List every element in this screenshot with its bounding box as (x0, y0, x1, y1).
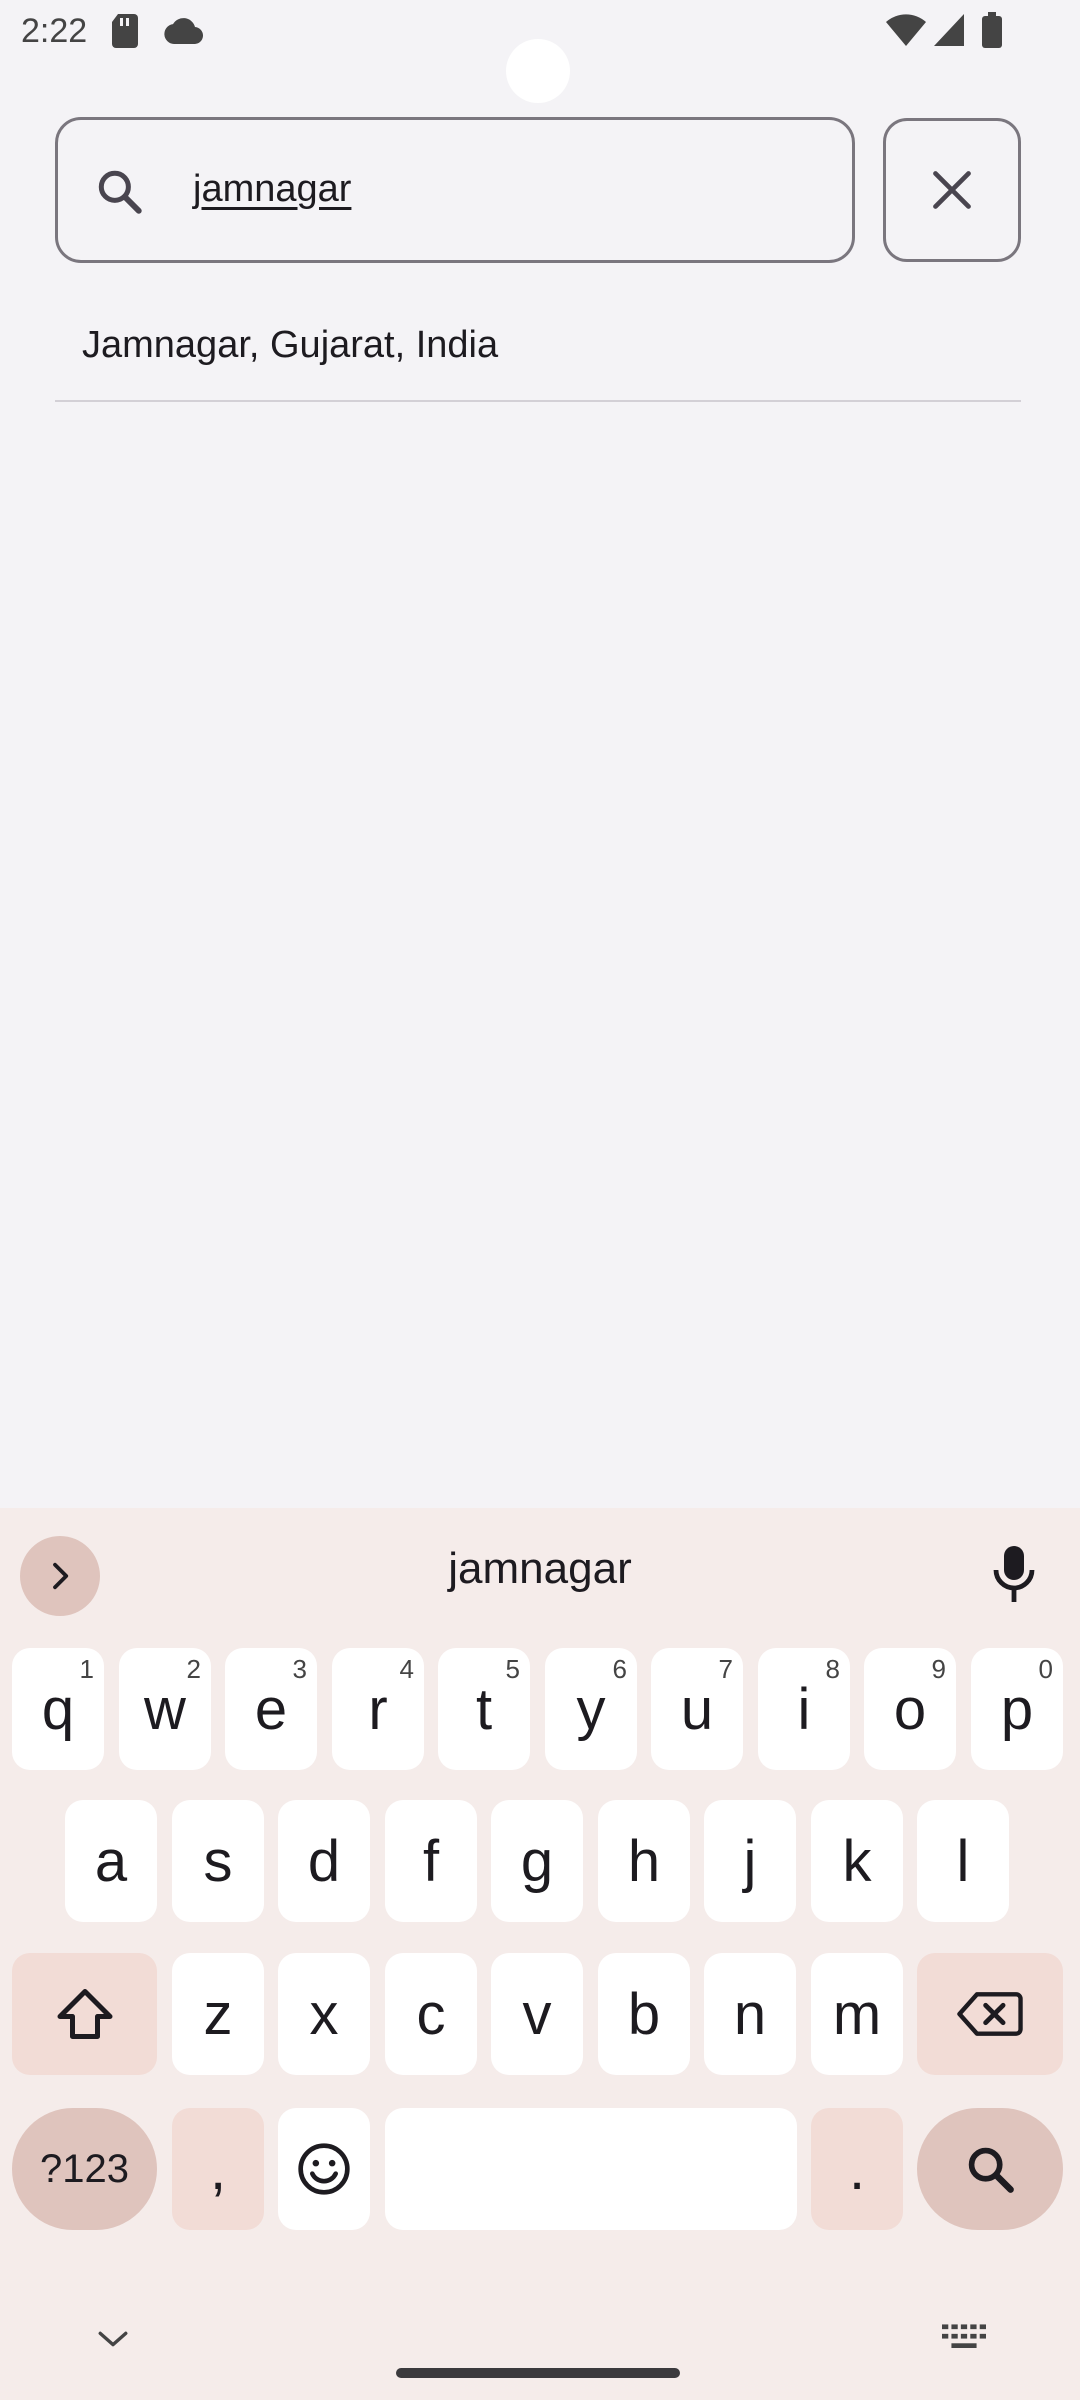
key-o[interactable]: o9 (864, 1648, 956, 1770)
key-q[interactable]: q1 (12, 1648, 104, 1770)
key-h[interactable]: h (598, 1800, 690, 1922)
mic-icon[interactable] (990, 1544, 1038, 1604)
key-c[interactable]: c (385, 1953, 477, 2075)
key-t[interactable]: t5 (438, 1648, 530, 1770)
key-hint: 6 (612, 1654, 627, 1684)
signal-icon (934, 14, 964, 46)
shift-key[interactable] (12, 1953, 157, 2075)
sd-card-icon (112, 14, 138, 48)
navigation-handle[interactable] (396, 2368, 680, 2378)
key-label: p (1000, 1676, 1034, 1742)
key-label: r (368, 1676, 388, 1742)
key-d[interactable]: d (278, 1800, 370, 1922)
key-w[interactable]: w2 (119, 1648, 211, 1770)
keyboard-hide-icon[interactable] (96, 2328, 130, 2350)
key-r[interactable]: r4 (332, 1648, 424, 1770)
battery-icon (982, 12, 1002, 48)
search-action-key[interactable] (917, 2108, 1063, 2230)
keyboard-switch-icon[interactable] (942, 2323, 986, 2351)
search-input[interactable]: jamnagar (55, 117, 855, 263)
keyboard: jamnagar q1 w2 e3 r4 t5 y6 u7 i8 o9 p0 a… (0, 1508, 1080, 2400)
key-hint: 9 (931, 1654, 946, 1684)
key-label: e (254, 1676, 288, 1742)
key-i[interactable]: i8 (758, 1648, 850, 1770)
period-key[interactable]: . (811, 2108, 903, 2230)
key-y[interactable]: y6 (545, 1648, 637, 1770)
emoji-key[interactable] (278, 2108, 370, 2230)
backspace-key[interactable] (917, 1953, 1063, 2075)
wifi-icon (886, 14, 926, 46)
key-label: y (576, 1676, 606, 1742)
key-p[interactable]: p0 (971, 1648, 1063, 1770)
search-query-text[interactable]: jamnagar (193, 168, 351, 211)
key-b[interactable]: b (598, 1953, 690, 2075)
space-key[interactable] (385, 2108, 797, 2230)
key-g[interactable]: g (491, 1800, 583, 1922)
key-hint: 3 (292, 1654, 307, 1684)
key-label: w (144, 1676, 186, 1742)
comma-key[interactable]: , (172, 2108, 264, 2230)
search-icon (98, 170, 142, 214)
search-icon (968, 2147, 1014, 2193)
key-l[interactable]: l (917, 1800, 1009, 1922)
key-n[interactable]: n (704, 1953, 796, 2075)
backspace-icon (957, 1992, 1023, 2036)
emoji-icon (298, 2143, 350, 2195)
key-label: u (680, 1676, 714, 1742)
key-label: i (797, 1676, 811, 1742)
key-a[interactable]: a (65, 1800, 157, 1922)
key-hint: 2 (186, 1654, 201, 1684)
camera-cutout (506, 39, 570, 103)
key-v[interactable]: v (491, 1953, 583, 2075)
key-hint: 4 (399, 1654, 414, 1684)
key-hint: 1 (79, 1654, 94, 1684)
suggestion-item[interactable]: Jamnagar, Gujarat, India (55, 300, 1021, 402)
key-z[interactable]: z (172, 1953, 264, 2075)
key-e[interactable]: e3 (225, 1648, 317, 1770)
key-label: o (893, 1676, 927, 1742)
keyboard-suggestion[interactable]: jamnagar (0, 1544, 1080, 1594)
key-hint: 5 (505, 1654, 520, 1684)
shift-icon (57, 1989, 112, 2039)
key-label: q (41, 1676, 75, 1742)
key-x[interactable]: x (278, 1953, 370, 2075)
key-f[interactable]: f (385, 1800, 477, 1922)
key-k[interactable]: k (811, 1800, 903, 1922)
cloud-icon (164, 18, 203, 44)
key-hint: 7 (718, 1654, 733, 1684)
key-label: t (475, 1676, 493, 1742)
clear-search-button[interactable] (883, 118, 1021, 262)
key-m[interactable]: m (811, 1953, 903, 2075)
status-time: 2:22 (21, 12, 88, 50)
key-hint: 0 (1038, 1654, 1053, 1684)
key-u[interactable]: u7 (651, 1648, 743, 1770)
close-icon (933, 171, 971, 209)
suggestion-label: Jamnagar, Gujarat, India (82, 324, 499, 366)
key-j[interactable]: j (704, 1800, 796, 1922)
key-s[interactable]: s (172, 1800, 264, 1922)
key-hint: 8 (825, 1654, 840, 1684)
symbols-key[interactable]: ?123 (12, 2108, 157, 2230)
